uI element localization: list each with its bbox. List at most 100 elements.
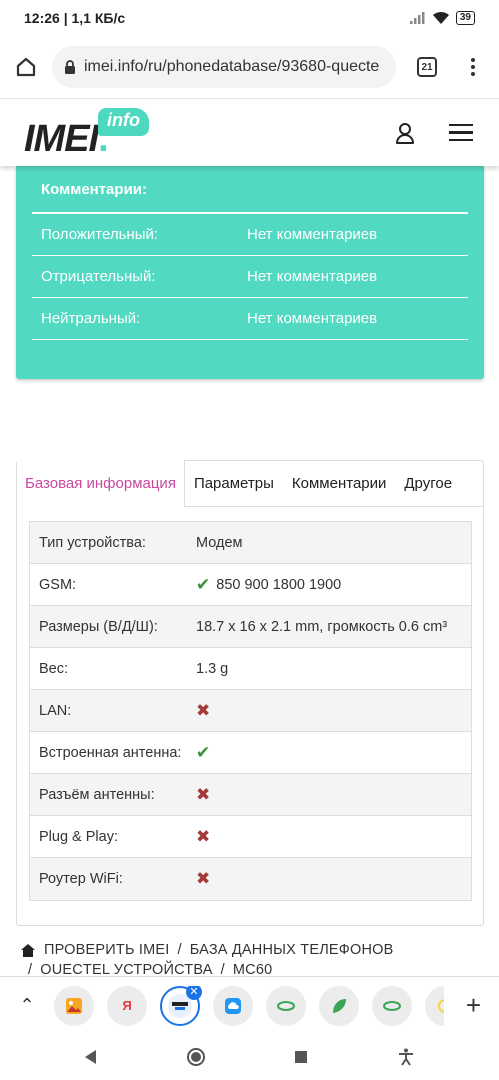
gallery-icon — [66, 997, 82, 1014]
breadcrumb: ПРОВЕРИТЬ IMEI / БАЗА ДАННЫХ ТЕЛЕФОНОВ /… — [20, 940, 490, 974]
accessibility-icon[interactable] — [398, 1048, 414, 1066]
spec-value: ✖ — [196, 827, 210, 847]
tab-strip: ⌃ Я ✕ + — [0, 976, 499, 1034]
tab-site-a[interactable] — [266, 985, 306, 1026]
tab-basic-info[interactable]: Базовая информация — [17, 460, 185, 507]
spec-row: Тип устройства: Модем — [30, 522, 471, 564]
chevron-up-icon[interactable]: ⌃ — [0, 995, 54, 1016]
breadcrumb-separator: / — [177, 942, 182, 958]
breadcrumb-model: MC60 — [232, 962, 273, 974]
browser-menu-button[interactable] — [458, 58, 488, 76]
cloud-icon — [225, 997, 241, 1014]
menu-dot-icon — [471, 58, 475, 62]
spec-row: GSM: ✔ 850 900 1800 1900 — [30, 564, 471, 606]
breadcrumb-db-link[interactable]: БАЗА ДАННЫХ ТЕЛЕФОНОВ — [190, 940, 394, 960]
spec-value: 18.7 x 16 x 2.1 mm, громкость 0.6 cm³ — [196, 619, 447, 635]
spec-row: Plug & Play: ✖ — [30, 816, 471, 858]
spec-row: Встроенная антенна: ✔ — [30, 732, 471, 774]
tab-imei-info[interactable]: ✕ — [160, 985, 202, 1026]
back-icon[interactable] — [85, 1050, 97, 1064]
tab-gallery[interactable] — [54, 985, 94, 1026]
breadcrumb-separator: / — [28, 962, 33, 974]
lock-icon — [65, 59, 75, 74]
address-bar[interactable]: imei.info/ru/phonedatabase/93680-quecte — [52, 46, 396, 88]
home-icon — [16, 57, 36, 77]
spec-value-text: Модем — [196, 534, 243, 551]
spec-value: ✔ — [196, 743, 210, 763]
tab-leaf[interactable] — [319, 985, 359, 1026]
tab-count: 21 — [417, 57, 437, 77]
tab-yandex[interactable]: Я — [107, 985, 147, 1026]
breadcrumb-separator: / — [220, 962, 225, 974]
spec-label: LAN: — [39, 702, 72, 719]
cross-icon: ✖ — [196, 784, 211, 804]
status-icons: 39 — [409, 11, 475, 25]
comments-label: Отрицательный: — [41, 268, 156, 285]
hamburger-menu-icon[interactable] — [449, 123, 473, 142]
tab-strip-list: Я ✕ — [54, 985, 444, 1026]
cross-icon: ✖ — [196, 869, 211, 888]
breadcrumb-brand-link[interactable]: QUECTEL УСТРОЙСТВА — [40, 960, 212, 974]
header-actions — [395, 122, 473, 144]
comments-row-positive: Положительный: Нет комментариев — [32, 214, 468, 256]
spec-table: Тип устройства: Модем GSM: ✔ 850 900 1800 19… — [29, 521, 472, 901]
cross-icon: ✖ — [196, 826, 211, 846]
site-header: IMEI . info — [0, 98, 499, 166]
spec-value-text: 18.7 x 16 x 2.1 mm, громкость 0.6 cm³ — [196, 618, 448, 635]
tab-site-b[interactable] — [372, 985, 412, 1026]
home-circle-icon[interactable] — [186, 1048, 205, 1066]
spec-value: 1.3 g — [196, 661, 228, 677]
spec-value: ✖ — [196, 869, 210, 889]
site-logo[interactable]: IMEI . info — [24, 107, 149, 158]
spec-value: ✔ 850 900 1800 1900 — [196, 575, 341, 595]
site-icon — [438, 998, 444, 1013]
menu-dot-icon — [471, 72, 475, 76]
check-icon: ✔ — [196, 574, 211, 594]
spec-row: LAN: ✖ — [30, 690, 471, 732]
spec-value-text: 1.3 g — [196, 660, 229, 677]
breadcrumb-home-link[interactable]: ПРОВЕРИТЬ IMEI — [44, 940, 170, 960]
home-button[interactable] — [0, 56, 52, 78]
info-panel: Базовая информация Параметры Комментарии… — [16, 460, 484, 926]
comments-value: Нет комментариев — [247, 310, 378, 327]
url-text: imei.info/ru/phonedatabase/93680-quecte — [84, 58, 380, 75]
recents-icon[interactable] — [295, 1051, 308, 1063]
logo-badge: info — [98, 107, 149, 136]
comments-row-neutral: Нейтральный: Нет комментариев — [32, 298, 468, 340]
tab-comments[interactable]: Комментарии — [283, 460, 395, 506]
spec-label: Размеры (В/Д/Ш): — [39, 618, 158, 635]
site-icon — [383, 1000, 401, 1011]
tab-parameters[interactable]: Параметры — [185, 460, 283, 506]
tab-other[interactable]: Другое — [395, 460, 461, 506]
tab-site-c[interactable] — [425, 985, 444, 1026]
spec-label: Тип устройства: — [39, 534, 146, 551]
spec-label: Встроенная антенна: — [39, 744, 182, 761]
comments-label: Нейтральный: — [41, 310, 141, 327]
site-icon — [277, 1000, 295, 1011]
comments-label: Положительный: — [41, 226, 159, 243]
spec-value-text: 850 900 1800 1900 — [216, 576, 342, 593]
signal-icon — [409, 12, 425, 24]
comments-value: Нет комментариев — [247, 226, 378, 243]
comments-row-negative: Отрицательный: Нет комментариев — [32, 256, 468, 298]
yandex-icon: Я — [122, 998, 132, 1013]
spec-value: Модем — [196, 535, 242, 551]
spec-label: GSM: — [39, 576, 77, 593]
cross-icon: ✖ — [196, 700, 211, 720]
wifi-icon — [432, 11, 449, 24]
close-icon[interactable]: ✕ — [186, 985, 202, 1000]
spec-label: Plug & Play: — [39, 828, 118, 845]
user-icon[interactable] — [395, 122, 415, 144]
status-time: 12:26 | 1,1 КБ/с — [24, 10, 126, 26]
comments-value: Нет комментариев — [247, 268, 378, 285]
home-icon — [21, 943, 35, 957]
tab-bar: Базовая информация Параметры Комментарии… — [17, 460, 483, 507]
browser-toolbar: imei.info/ru/phonedatabase/93680-quecte … — [0, 36, 499, 98]
spec-row: Роутер WiFi: ✖ — [30, 858, 471, 900]
comments-card: Комментарии: Положительный: Нет коммента… — [16, 166, 484, 379]
new-tab-button[interactable]: + — [466, 990, 481, 1021]
leaf-icon — [333, 998, 346, 1013]
spec-label: Разъём антенны: — [39, 786, 155, 803]
tab-cloud[interactable] — [213, 985, 253, 1026]
tab-switcher-button[interactable]: 21 — [396, 57, 458, 77]
